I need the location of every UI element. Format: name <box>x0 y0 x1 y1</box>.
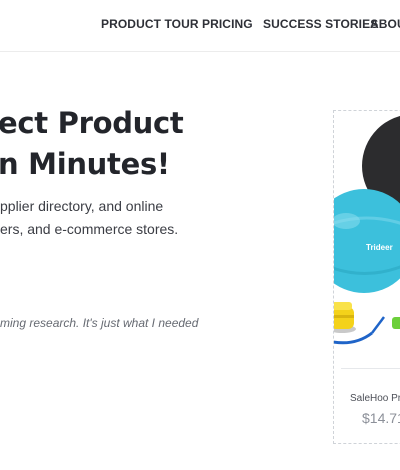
hero-headline-line1: ect Product <box>0 106 184 140</box>
nav-about[interactable]: ABOU <box>370 17 400 31</box>
hero-subtext-line2: ers, and e-commerce stores. <box>0 221 179 237</box>
nav-product-tour[interactable]: PRODUCT TOUR <box>101 17 199 31</box>
product-card-price: $14.71 <box>362 410 400 426</box>
product-card-label: SaleHoo Pri <box>350 393 400 404</box>
hero-subtext-line1: pplier directory, and online <box>0 198 164 214</box>
product-image: Trideer <box>334 115 400 345</box>
nav-pricing[interactable]: PRICING <box>202 17 253 31</box>
testimonial-quote: ming research. It's just what I needed <box>0 316 199 330</box>
hero-headline-line2: n Minutes! <box>0 147 170 181</box>
nav-success-stories[interactable]: SUCCESS STORIES <box>263 17 378 31</box>
foot-pump-image <box>334 302 400 345</box>
top-nav: PRODUCT TOUR PRICING SUCCESS STORIES ABO… <box>0 0 400 52</box>
exercise-ball-image: Trideer <box>334 189 400 293</box>
card-divider <box>341 368 400 369</box>
ball-brand-label: Trideer <box>366 243 393 252</box>
